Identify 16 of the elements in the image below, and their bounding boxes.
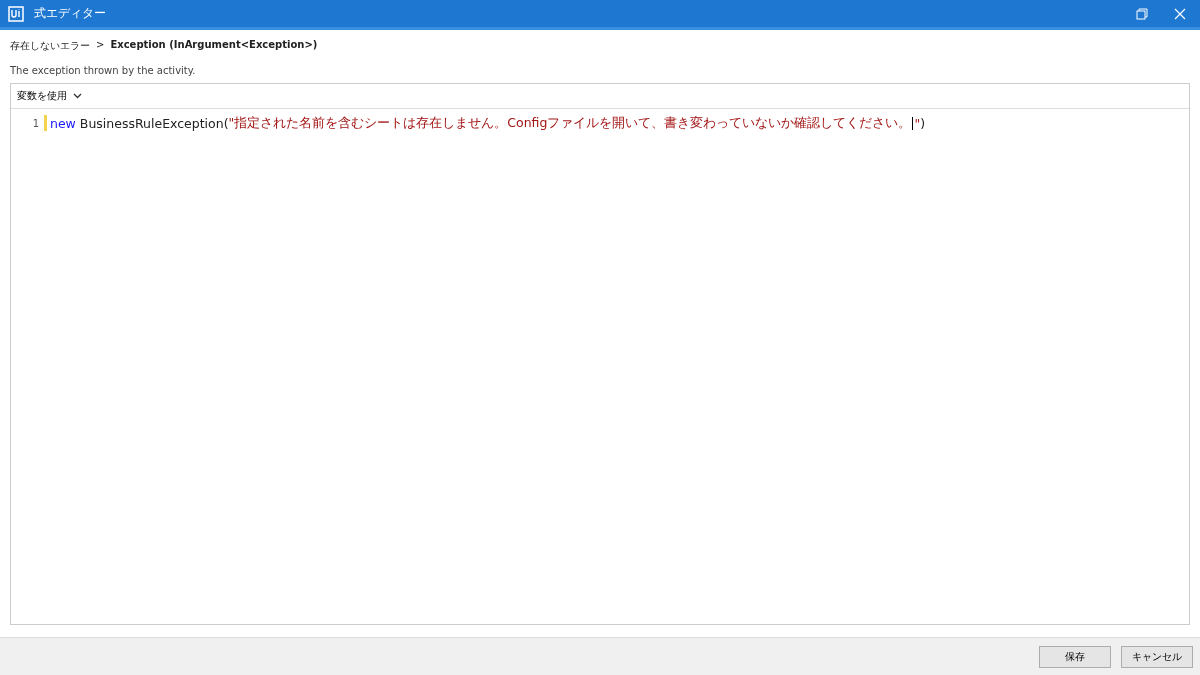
breadcrumb-current: Exception (InArgument<Exception>) — [110, 39, 318, 52]
cancel-button[interactable]: キャンセル — [1121, 645, 1193, 668]
line-number: 1 — [31, 117, 40, 129]
chevron-down-icon — [73, 93, 82, 99]
restore-icon — [1136, 7, 1148, 20]
app-logo-icon — [8, 5, 24, 22]
save-button[interactable]: 保存 — [1039, 645, 1111, 668]
breadcrumb-parent[interactable]: 存在しないエラー — [10, 39, 90, 59]
text-cursor-icon — [912, 116, 914, 130]
code-line: new BusinessRuleException("指定された名前を含むシートは存在しません。Configファイルを開いて、書き変わっていないか確認してください。 ") — [50, 114, 926, 132]
window-title: 式エディター — [34, 5, 106, 22]
description-text: The exception thrown by the activity. — [9, 64, 197, 78]
close-icon — [1174, 7, 1186, 20]
breadcrumb-separator: > — [96, 39, 105, 52]
expression-editor[interactable]: 変数を使用 1 new BusinessRuleException("指定された名前を含むシートは存在しません。Configファイルを開いて、書き変わっていないか確認してください。 ") — [10, 83, 1190, 625]
use-variable-dropdown[interactable]: 変数を使用 — [15, 87, 84, 105]
